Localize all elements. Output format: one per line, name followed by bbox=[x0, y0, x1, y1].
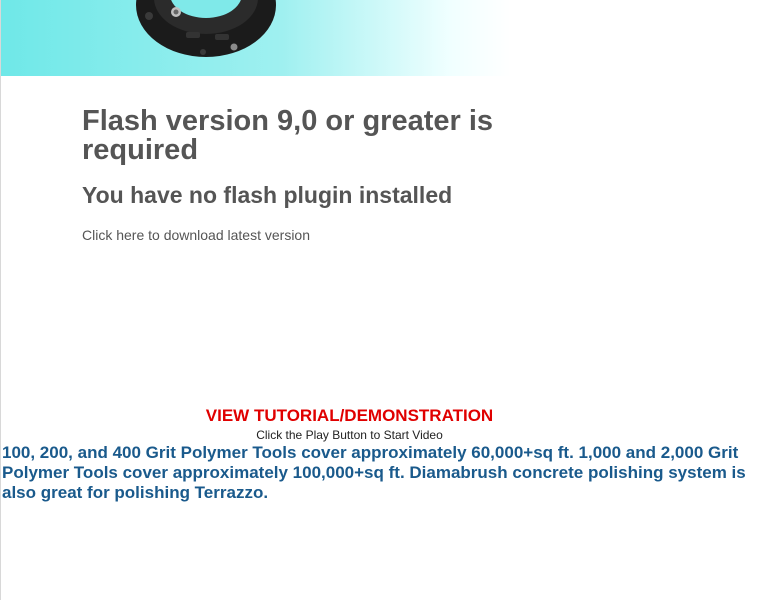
product-banner bbox=[1, 0, 511, 76]
tutorial-section: VIEW TUTORIAL/DEMONSTRATION Click the Pl… bbox=[1, 405, 698, 443]
polishing-tool-image bbox=[136, 0, 276, 57]
view-tutorial-link[interactable]: VIEW TUTORIAL/DEMONSTRATION bbox=[206, 405, 493, 427]
product-description: 100, 200, and 400 Grit Polymer Tools cov… bbox=[2, 443, 746, 502]
flash-subtitle: You have no flash plugin installed bbox=[82, 182, 453, 208]
page: Flash version 9,0 or greater is required… bbox=[0, 0, 761, 600]
flash-title: Flash version 9,0 or greater is required bbox=[82, 105, 494, 166]
tutorial-hint: Click the Play Button to Start Video bbox=[256, 428, 443, 442]
download-flash-link[interactable]: Click here to download latest version bbox=[82, 227, 310, 243]
flash-required-notice: Flash version 9,0 or greater is required… bbox=[82, 107, 522, 245]
